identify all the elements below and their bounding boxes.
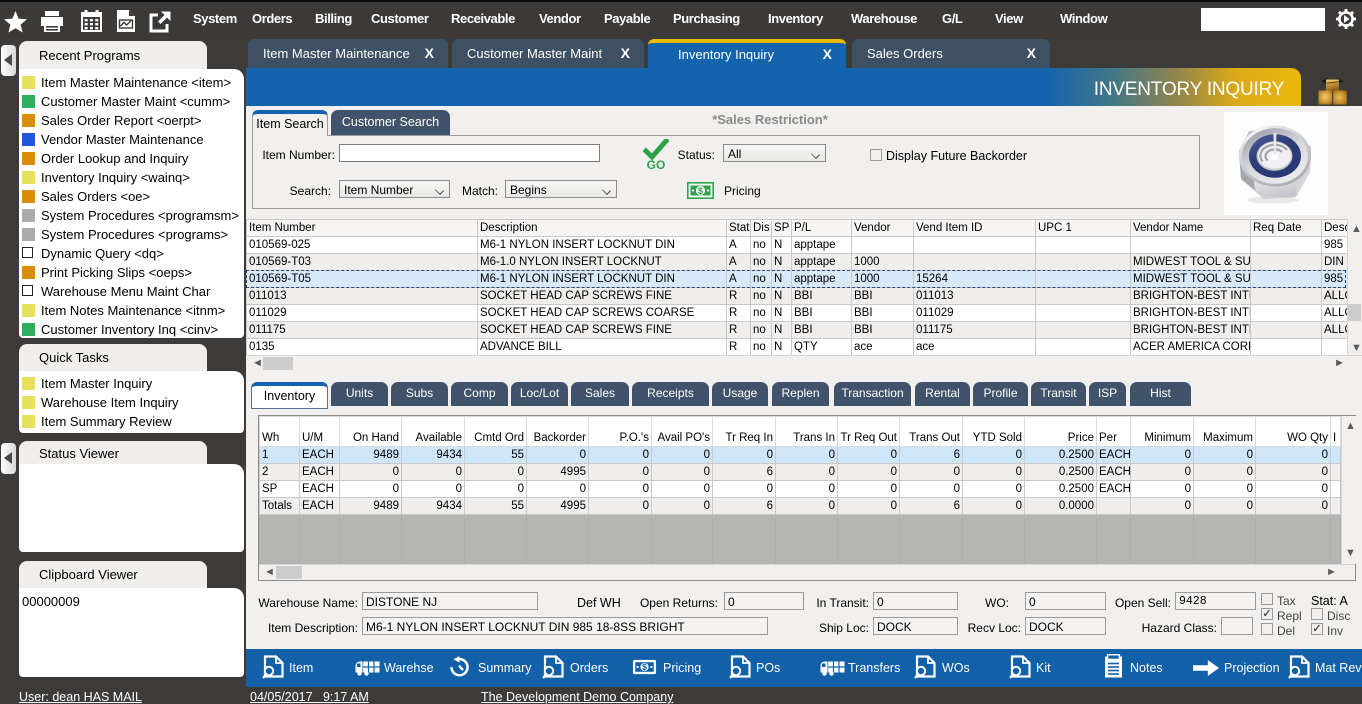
svg-text:$: $ [698,186,704,197]
svg-text:$: $ [642,662,647,672]
